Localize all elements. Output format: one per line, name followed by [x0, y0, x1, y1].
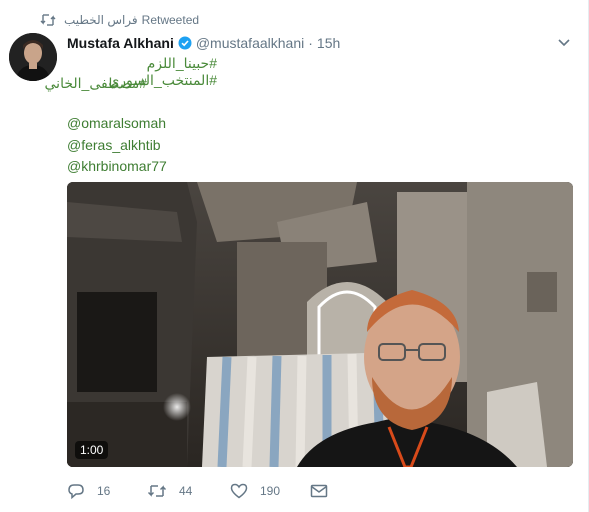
retweet-button[interactable]: 44 [147, 480, 192, 502]
author-fullname[interactable]: Mustafa Alkhani [67, 35, 174, 51]
retweet-icon [40, 14, 56, 26]
avatar[interactable] [9, 33, 57, 81]
tweet-header: Mustafa Alkhani @mustafaalkhani · 15h [67, 33, 340, 53]
retweet-count: 44 [179, 484, 193, 498]
caret-down-icon[interactable] [558, 38, 570, 48]
video-duration: 1:00 [75, 441, 109, 459]
retweet-action-icon [147, 485, 167, 497]
tweet[interactable]: فراس الخطيب Retweeted Mustafa Alkhani @m… [0, 0, 589, 512]
video-thumbnail [67, 182, 573, 467]
mention-link[interactable]: @feras_alkhtib [67, 137, 161, 153]
reply-icon [68, 484, 84, 499]
reply-count: 16 [97, 484, 111, 498]
reply-button[interactable]: 16 [67, 480, 110, 502]
like-count: 190 [260, 484, 281, 498]
retweet-context: فراس الخطيب Retweeted [40, 11, 199, 29]
retweeter-name[interactable]: فراس الخطيب [64, 13, 138, 27]
heart-icon [230, 483, 248, 499]
hashtags-line-2[interactable]: #مصطفى_الخاني [45, 75, 147, 92]
direct-message-button[interactable] [310, 480, 340, 502]
tweet-timestamp[interactable]: 15h [317, 35, 340, 51]
mail-icon [310, 484, 328, 498]
tweet-actions: 16 44 190 [67, 480, 367, 502]
mention-link[interactable]: @khrbinomar77 [67, 158, 167, 174]
separator: · [308, 35, 313, 51]
like-button[interactable]: 190 [230, 480, 280, 502]
video-player[interactable]: 1:00 [67, 182, 573, 467]
retweeted-label: Retweeted [141, 13, 200, 27]
mention-link[interactable]: @omaralsomah [67, 115, 166, 131]
author-handle[interactable]: @mustafaalkhani [196, 35, 304, 51]
verified-icon [178, 36, 192, 50]
